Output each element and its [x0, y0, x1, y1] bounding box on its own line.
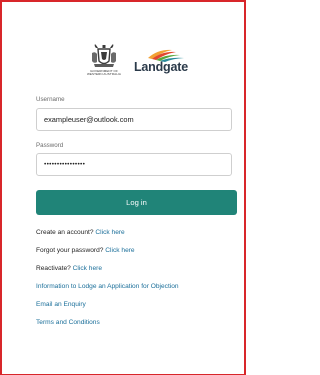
create-account-prefix: Create an account? [36, 229, 94, 236]
password-label: Password [36, 142, 64, 149]
page-frame: GOVERNMENT OF WESTERN AUSTRALIA Landgate… [0, 0, 246, 375]
username-input[interactable]: exampleuser@outlook.com [36, 108, 232, 131]
create-account-link[interactable]: Click here [95, 229, 124, 236]
forgot-password-line: Forgot your password? Click here [36, 247, 135, 254]
forgot-password-prefix: Forgot your password? [36, 247, 104, 254]
terms-link[interactable]: Terms and Conditions [36, 319, 100, 326]
login-button[interactable]: Log in [36, 190, 237, 215]
reactivate-line: Reactivate? Click here [36, 265, 102, 272]
email-enquiry-link[interactable]: Email an Enquiry [36, 301, 86, 308]
username-label: Username [36, 96, 65, 103]
logo-row: GOVERNMENT OF WESTERN AUSTRALIA Landgate [2, 42, 244, 82]
landgate-logo-text: Landgate [134, 60, 188, 74]
reactivate-prefix: Reactivate? [36, 265, 71, 272]
create-account-line: Create an account? Click here [36, 229, 125, 236]
password-input[interactable]: •••••••••••••••• [36, 153, 232, 176]
lodge-objection-link[interactable]: Information to Lodge an Application for … [36, 283, 179, 290]
reactivate-link[interactable]: Click here [73, 265, 102, 272]
forgot-password-link[interactable]: Click here [105, 247, 134, 254]
government-text: GOVERNMENT OF WESTERN AUSTRALIA [86, 69, 122, 77]
